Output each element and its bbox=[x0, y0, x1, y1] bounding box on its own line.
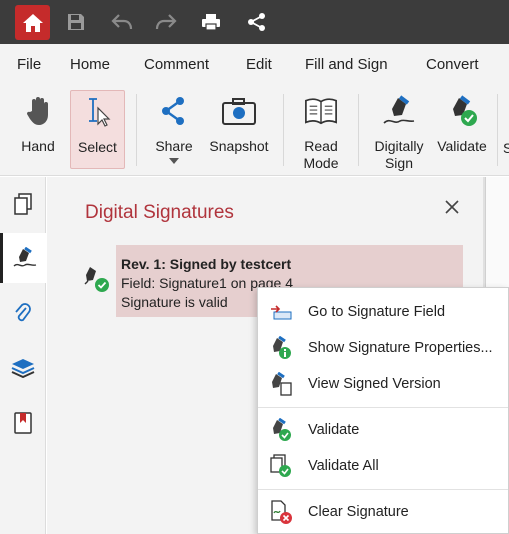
share-icon bbox=[157, 94, 191, 128]
menu-separator bbox=[258, 489, 508, 490]
ribbon-overflow-label: S bbox=[503, 140, 509, 156]
select-label: Select bbox=[78, 139, 117, 155]
print-button[interactable] bbox=[195, 6, 227, 38]
ribbon-separator bbox=[283, 94, 284, 166]
redo-button[interactable] bbox=[150, 6, 182, 38]
menu-convert[interactable]: Convert bbox=[426, 56, 479, 73]
menu-file[interactable]: File bbox=[17, 56, 41, 73]
home-button[interactable] bbox=[15, 5, 50, 40]
pages-panel-button[interactable] bbox=[0, 179, 46, 229]
read-mode-label: Read Mode bbox=[303, 138, 339, 171]
validate-icon bbox=[445, 94, 479, 128]
save-button[interactable] bbox=[60, 6, 92, 38]
digitally-sign-button[interactable]: Digitally Sign bbox=[370, 90, 428, 172]
bookmarks-panel-button[interactable] bbox=[0, 398, 46, 448]
panel-title: Digital Signatures bbox=[85, 202, 234, 223]
menu-item-label: Validate All bbox=[308, 458, 379, 474]
clear-signature-icon bbox=[269, 500, 293, 524]
validate-icon bbox=[269, 418, 293, 442]
save-icon bbox=[68, 14, 84, 30]
hand-icon bbox=[21, 94, 55, 128]
menu-item-label: View Signed Version bbox=[308, 376, 441, 392]
undo-icon bbox=[111, 14, 133, 30]
share-button[interactable] bbox=[241, 6, 273, 38]
menu-edit[interactable]: Edit bbox=[246, 56, 272, 73]
menu-home[interactable]: Home bbox=[70, 56, 110, 73]
undo-button[interactable] bbox=[106, 6, 138, 38]
ribbon-separator bbox=[136, 94, 137, 166]
ribbon-separator bbox=[497, 94, 498, 166]
ribbon-toolbar: Hand Select Share Snapshot Read Mode Digi… bbox=[0, 84, 509, 176]
layers-panel-button[interactable] bbox=[0, 343, 46, 393]
signatures-panel-button[interactable] bbox=[0, 233, 46, 283]
panel-close-button[interactable] bbox=[442, 197, 462, 217]
menu-separator bbox=[258, 407, 508, 408]
share-ribbon-button[interactable]: Share bbox=[152, 90, 196, 172]
paperclip-icon bbox=[15, 303, 31, 322]
menu-item-clear-signature[interactable]: Clear Signature bbox=[258, 495, 508, 529]
snapshot-button[interactable]: Snapshot bbox=[208, 90, 270, 172]
layers-icon bbox=[11, 359, 35, 378]
title-bar bbox=[0, 0, 509, 44]
signature-valid-icon bbox=[84, 267, 109, 292]
home-icon bbox=[22, 13, 43, 32]
attachments-panel-button[interactable] bbox=[0, 289, 46, 339]
book-icon bbox=[304, 94, 338, 128]
read-mode-button[interactable]: Read Mode bbox=[296, 90, 346, 172]
print-icon bbox=[202, 14, 220, 31]
menu-item-validate-all[interactable]: Validate All bbox=[258, 449, 508, 483]
menu-item-validate[interactable]: Validate bbox=[258, 413, 508, 447]
digitally-sign-label: Digitally Sign bbox=[374, 138, 424, 171]
menu-item-label: Go to Signature Field bbox=[308, 304, 446, 320]
share-label: Share bbox=[155, 138, 193, 154]
signature-context-menu: Go to Signature Field Show Signature Pro… bbox=[257, 287, 509, 534]
menu-item-label: Validate bbox=[308, 422, 360, 438]
share-icon bbox=[248, 13, 265, 31]
hand-label: Hand bbox=[21, 138, 55, 154]
select-tool-button[interactable]: Select bbox=[70, 90, 125, 169]
menu-fill-and-sign[interactable]: Fill and Sign bbox=[305, 56, 388, 73]
pages-icon bbox=[14, 193, 32, 215]
menu-item-show-signature-properties[interactable]: Show Signature Properties... bbox=[258, 331, 508, 365]
left-panel-strip bbox=[0, 177, 46, 534]
select-cursor-icon bbox=[81, 95, 115, 129]
signature-title: Rev. 1: Signed by testcert bbox=[121, 256, 292, 272]
signature-properties-icon bbox=[269, 336, 293, 360]
menu-item-view-signed-version[interactable]: View Signed Version bbox=[258, 367, 508, 401]
chevron-down-icon bbox=[169, 158, 179, 164]
validate-ribbon-button[interactable]: Validate bbox=[435, 90, 489, 172]
menu-comment[interactable]: Comment bbox=[144, 56, 209, 73]
signature-icon bbox=[13, 247, 36, 267]
hand-tool-button[interactable]: Hand bbox=[14, 90, 62, 172]
validate-all-icon bbox=[269, 454, 293, 478]
menu-item-label: Clear Signature bbox=[308, 504, 409, 520]
menu-bar: File Home Comment Edit Fill and Sign Con… bbox=[0, 44, 509, 84]
menu-item-label: Show Signature Properties... bbox=[308, 340, 493, 356]
signature-field-icon bbox=[269, 300, 293, 324]
menu-item-go-to-signature-field[interactable]: Go to Signature Field bbox=[258, 295, 508, 329]
bookmark-icon bbox=[14, 412, 32, 434]
digital-sign-icon bbox=[382, 94, 416, 128]
ribbon-separator bbox=[358, 94, 359, 166]
validate-label: Validate bbox=[437, 138, 487, 154]
snapshot-label: Snapshot bbox=[209, 138, 269, 154]
signed-version-icon bbox=[269, 372, 293, 396]
camera-icon bbox=[222, 94, 256, 128]
redo-icon bbox=[155, 14, 177, 30]
close-icon bbox=[445, 200, 459, 214]
